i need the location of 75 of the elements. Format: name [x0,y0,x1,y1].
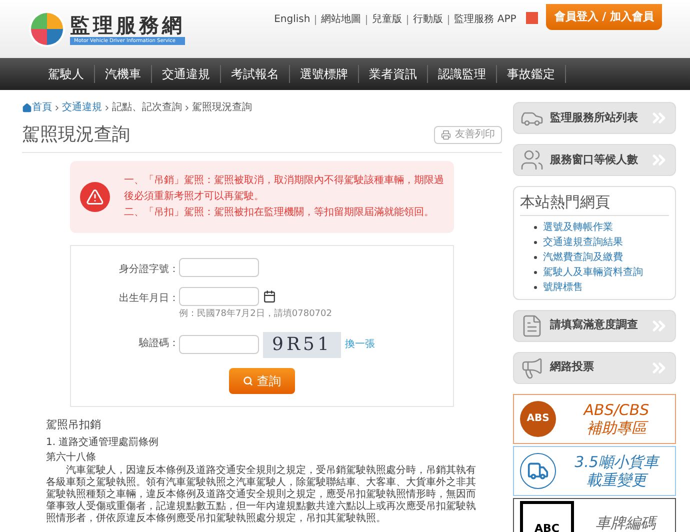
sidebar-link-label: 請填寫滿意度調查 [550,317,639,334]
law-title: 1. 道路交通管理處罰條例 [46,436,160,450]
field-label: 身分證字號： [118,262,179,277]
bullet-icon [534,256,537,258]
top-link[interactable]: 兒童版 [372,12,402,27]
promo-banner[interactable]: ABS ABS/CBS 補助專區 [513,394,676,444]
banner-text: 車牌編碼 [596,514,656,532]
warning-text: 一、「吊銷」駕照：駕照被取消，取消期限內不得駕駛該種車輛，期限過後必須重新考照才可以再駕駛。 [124,174,444,204]
hot-page-link[interactable]: 號牌標售 [543,280,583,294]
input-field[interactable] [179,335,259,354]
truck-icon [520,452,556,488]
nav-item[interactable]: 認識監理 [428,65,497,83]
section-title: 駕照吊扣銷 [46,416,102,432]
page-title: 駕照現況查詢 [22,123,130,147]
law-paragraph: 汽車駕駛人，因違反本條例及道路交通安全規則之規定，受吊銷駕駛執照處分時，吊銷其執有各級車類之駕駛執照。領有汽車駕駛執照之汽車駕駛人，除駕駛聯結車、大客車、大貨車外之非其駕駛執照種類之車輛，違反本條例及道路交通安全規則之規定，應受吊扣駕駛執照情形時，無因而肇事致人受傷或重傷者，記違規點數五點，但一年內違規點數共達六點以上或再次應受吊扣駕駛執照情形者，併依原違反本條例應受吊扣駕駛執照處分規定，吊扣其駕駛執照。 [46,465,477,525]
banner-text: 3.5噸小貨車 [574,452,658,470]
top-link[interactable]: English [274,12,310,27]
input-field[interactable] [179,258,259,277]
warning-icon [80,182,110,212]
nav-item[interactable]: 汽機車 [95,65,152,83]
calendar-icon[interactable] [263,290,276,303]
chevron-icon [183,104,191,112]
logo-title: 監理服務網 [70,13,185,37]
chevron-icon [53,104,61,112]
sidebar-link-label: 服務窗口等候人數 [550,152,639,168]
promo-banner[interactable]: 3.5噸小貨車 載重變更 [513,446,676,496]
bullet-icon [534,226,537,228]
breadcrumb-link[interactable]: 交通違規 [62,100,102,115]
nav-item[interactable]: 考試報名 [221,65,290,83]
banner-text: ABS/CBS [584,400,650,418]
hot-page-link[interactable]: 駕駛人及車輛資料查詢 [543,264,643,280]
sidebar-link-label: 網路投票 [550,359,595,376]
sidebar-link-button[interactable]: 監理服務所站列表 [513,102,676,134]
field-hint: 例：民國78年7月2日，請填0780702 [179,308,332,321]
sidebar-link-button[interactable]: 請填寫滿意度調查 [513,310,676,342]
input-field[interactable] [179,287,259,306]
hot-pages-title: 本站熱門網頁 [520,191,669,216]
chevron-icon [103,104,111,112]
hot-page-link[interactable]: 汽燃費查詢及繳費 [543,250,623,264]
breadcrumb-item: 駕照現況查詢 [192,100,252,115]
nav-item[interactable]: 事故鑑定 [497,65,566,83]
promo-banner[interactable]: ABC 車牌編碼 [513,498,676,532]
hot-page-link[interactable]: 交通違規查詢結果 [543,234,623,250]
top-link[interactable]: 網站地圖 [321,12,362,27]
megaphone-icon [520,356,544,380]
sidebar-link-button[interactable]: 服務窗口等候人數 [513,144,676,176]
clause-title: 第六十八條 [46,450,97,464]
people-icon [520,148,544,172]
search-icon [243,376,253,386]
nav-item[interactable]: 選號標牌 [290,65,359,83]
banner-text: 補助專區 [586,418,646,436]
license-plate-badge: ABC [520,500,574,532]
bullet-icon [534,240,537,244]
nav-item[interactable]: 業者資訊 [359,65,428,83]
warning-text: 二、「吊扣」駕照：駕照被扣在監理機關，等扣留期限屆滿就能領回。 [124,206,435,220]
home-icon [22,102,32,112]
top-link[interactable]: 監理服務 APP [454,12,516,27]
hot-page-link[interactable]: 選號及轉帳作業 [543,220,613,234]
nav-item[interactable]: 駕駛人 [38,65,95,83]
bullet-icon [534,270,537,274]
top-link[interactable]: 行動版 [413,12,444,27]
logo-icon [28,10,66,48]
nav-item[interactable]: 交通違規 [152,65,221,83]
captcha-image: 9R51 [263,332,341,358]
breadcrumb-link[interactable]: 首頁 [32,100,52,115]
breadcrumb-item: 記點、記次查詢 [112,100,182,115]
sidebar-link-button[interactable]: 網路投票 [513,352,676,384]
banner-text: 載重變更 [586,470,646,488]
bullet-icon [534,286,537,288]
sidebar-link-label: 監理服務所站列表 [550,110,639,126]
app-logo-icon [526,12,538,24]
abs-badge: ABS [520,400,556,436]
printer-icon [441,130,451,140]
field-label: 驗證碼： [138,336,179,350]
field-label: 出生年月日： [118,292,179,306]
